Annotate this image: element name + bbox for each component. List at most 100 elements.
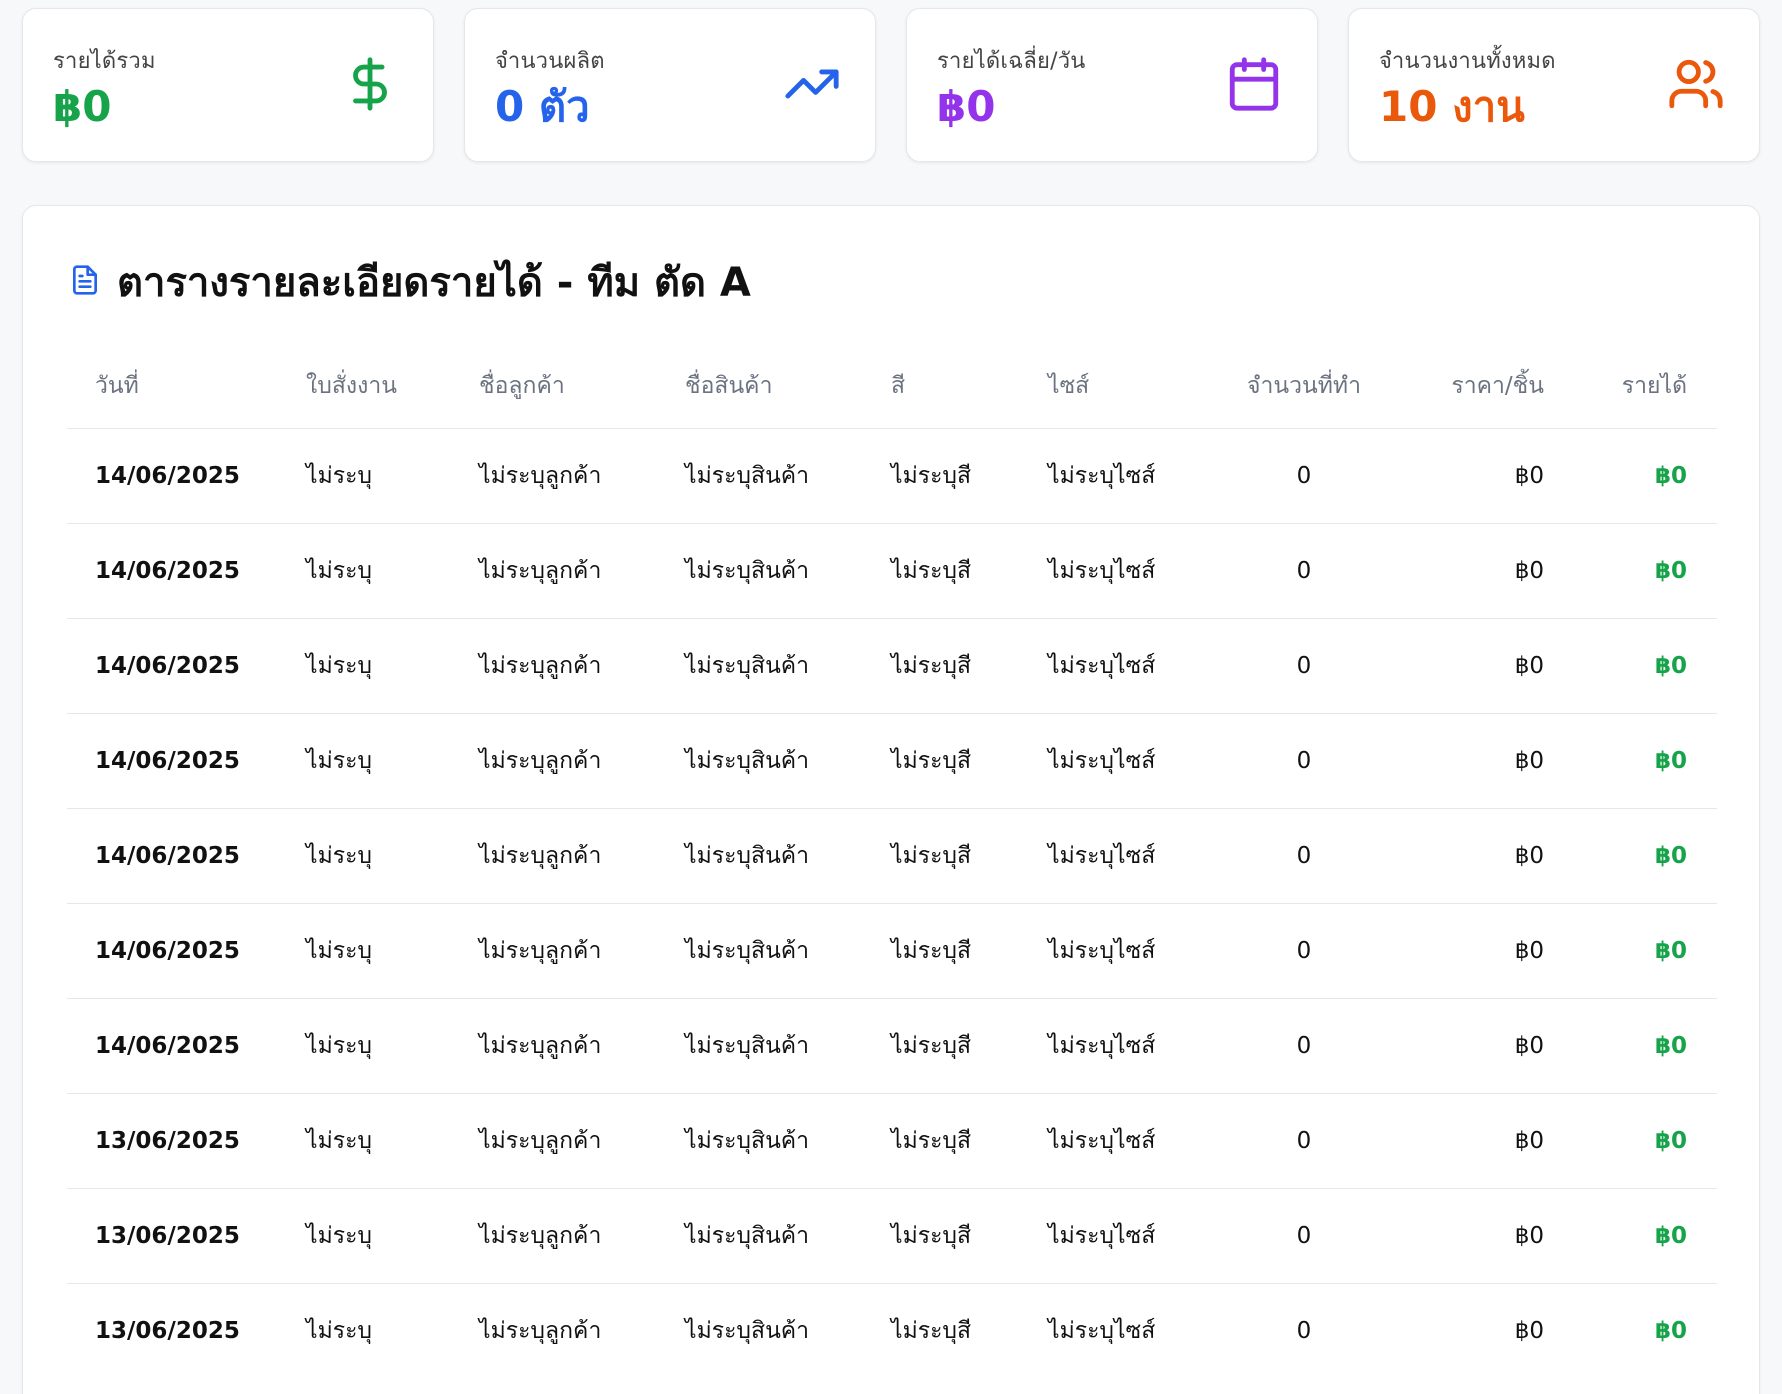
- cell-quantity: 0: [1212, 523, 1396, 619]
- cell-income: ฿0: [1568, 998, 1717, 1094]
- cell-income: ฿0: [1568, 903, 1717, 999]
- table-row[interactable]: 14/06/2025 ไม่ระบุ ไม่ระบุลูกค้า ไม่ระบุสิน…: [67, 903, 1717, 999]
- cell-size: ไม่ระบุไซส์: [1020, 903, 1212, 999]
- document-icon: [69, 262, 101, 302]
- cell-date: 14/06/2025: [67, 428, 278, 524]
- cell-product: ไม่ระบุสินค้า: [657, 808, 863, 904]
- cell-quantity: 0: [1212, 1093, 1396, 1189]
- table-row[interactable]: 14/06/2025 ไม่ระบุ ไม่ระบุลูกค้า ไม่ระบุสิน…: [67, 523, 1717, 619]
- cell-income: ฿0: [1568, 713, 1717, 809]
- trending-up-icon: [783, 55, 841, 113]
- table-row[interactable]: 14/06/2025 ไม่ระบุ ไม่ระบุลูกค้า ไม่ระบุสิน…: [67, 713, 1717, 809]
- cell-customer: ไม่ระบุลูกค้า: [451, 713, 657, 809]
- cell-size: ไม่ระบุไซส์: [1020, 1188, 1212, 1284]
- table-row[interactable]: 14/06/2025 ไม่ระบุ ไม่ระบุลูกค้า ไม่ระบุสิน…: [67, 808, 1717, 904]
- table-row[interactable]: 14/06/2025 ไม่ระบุ ไม่ระบุลูกค้า ไม่ระบุสิน…: [67, 998, 1717, 1094]
- cell-unit-price: ฿0: [1396, 808, 1568, 904]
- cell-work-order: ไม่ระบุ: [278, 903, 451, 999]
- cell-date: 14/06/2025: [67, 523, 278, 619]
- cell-date: 14/06/2025: [67, 808, 278, 904]
- table-row[interactable]: 13/06/2025 ไม่ระบุ ไม่ระบุลูกค้า ไม่ระบุสิน…: [67, 1283, 1717, 1378]
- cell-date: 13/06/2025: [67, 1188, 278, 1284]
- cell-color: ไม่ระบุสี: [863, 808, 1020, 904]
- cell-date: 14/06/2025: [67, 998, 278, 1094]
- cell-product: ไม่ระบุสินค้า: [657, 523, 863, 619]
- panel-heading: ตารางรายละเอียดรายได้ - ทีม ตัด A: [69, 250, 751, 314]
- income-table: วันที่ ใบสั่งงาน ชื่อลูกค้า ชื่อสินค้า ส…: [67, 344, 1717, 1378]
- stat-card-total-jobs: จำนวนงานทั้งหมด 10 งาน: [1348, 8, 1760, 162]
- cell-unit-price: ฿0: [1396, 903, 1568, 999]
- cell-quantity: 0: [1296, 1317, 1312, 1344]
- cell-product: ไม่ระบุสินค้า: [657, 713, 863, 809]
- cell-unit-price: ฿0: [1396, 1188, 1568, 1284]
- cell-size: ไม่ระบุไซส์: [1048, 1317, 1156, 1344]
- cell-customer: ไม่ระบุลูกค้า: [451, 523, 657, 619]
- cell-income: ฿0: [1568, 1093, 1717, 1189]
- cell-quantity: 0: [1212, 998, 1396, 1094]
- column-header-customer[interactable]: ชื่อลูกค้า: [451, 344, 657, 429]
- cell-customer: ไม่ระบุลูกค้า: [451, 808, 657, 904]
- table-row[interactable]: 14/06/2025 ไม่ระบุ ไม่ระบุลูกค้า ไม่ระบุสิน…: [67, 428, 1717, 524]
- cell-income: ฿0: [1568, 1188, 1717, 1284]
- cell-income: ฿0: [1568, 428, 1717, 524]
- cell-size: ไม่ระบุไซส์: [1020, 523, 1212, 619]
- cell-color: ไม่ระบุสี: [863, 1093, 1020, 1189]
- cell-size: ไม่ระบุไซส์: [1020, 618, 1212, 714]
- users-icon: [1667, 55, 1725, 113]
- column-header-color[interactable]: สี: [863, 344, 1020, 429]
- income-table-panel: ตารางรายละเอียดรายได้ - ทีม ตัด A วันที่…: [22, 205, 1760, 1394]
- panel-title: ตารางรายละเอียดรายได้ - ทีม ตัด A: [117, 260, 751, 306]
- cell-color: ไม่ระบุสี: [863, 618, 1020, 714]
- cell-income: ฿0: [1568, 808, 1717, 904]
- cell-work-order: ไม่ระบุ: [278, 618, 451, 714]
- cell-unit-price: ฿0: [1396, 428, 1568, 524]
- cell-product: ไม่ระบุสินค้า: [657, 903, 863, 999]
- stat-card-production: จำนวนผลิต 0 ตัว: [464, 8, 876, 162]
- cell-quantity: 0: [1212, 1188, 1396, 1284]
- cell-product: ไม่ระบุสินค้า: [657, 998, 863, 1094]
- cell-unit-price: ฿0: [1396, 998, 1568, 1094]
- cell-color: ไม่ระบุสี: [863, 1188, 1020, 1284]
- stat-card-average-income: รายได้เฉลี่ย/วัน ฿0: [906, 8, 1318, 162]
- cell-date: 14/06/2025: [67, 903, 278, 999]
- cell-customer: ไม่ระบุลูกค้า: [451, 903, 657, 999]
- cell-color: ไม่ระบุสี: [891, 1317, 972, 1344]
- column-header-unit-price[interactable]: ราคา/ชิ้น: [1396, 344, 1568, 429]
- cell-size: ไม่ระบุไซส์: [1020, 1093, 1212, 1189]
- cell-color: ไม่ระบุสี: [863, 713, 1020, 809]
- cell-customer: ไม่ระบุลูกค้า: [451, 428, 657, 524]
- table-row[interactable]: 13/06/2025 ไม่ระบุ ไม่ระบุลูกค้า ไม่ระบุสิน…: [67, 1188, 1717, 1284]
- cell-unit-price: ฿0: [1396, 618, 1568, 714]
- cell-customer: ไม่ระบุลูกค้า: [451, 998, 657, 1094]
- cell-customer: ไม่ระบุลูกค้า: [479, 1317, 602, 1344]
- table-row[interactable]: 14/06/2025 ไม่ระบุ ไม่ระบุลูกค้า ไม่ระบุสิน…: [67, 618, 1717, 714]
- cell-work-order: ไม่ระบุ: [306, 1317, 373, 1344]
- cell-date: 13/06/2025: [95, 1317, 240, 1344]
- cell-quantity: 0: [1212, 903, 1396, 999]
- cell-date: 14/06/2025: [67, 713, 278, 809]
- column-header-date[interactable]: วันที่: [67, 344, 278, 429]
- cell-date: 14/06/2025: [67, 618, 278, 714]
- cell-income: ฿0: [1568, 523, 1717, 619]
- column-header-product[interactable]: ชื่อสินค้า: [657, 344, 863, 429]
- dollar-icon: [341, 55, 399, 113]
- cell-unit-price: ฿0: [1396, 523, 1568, 619]
- table-header-row: วันที่ ใบสั่งงาน ชื่อลูกค้า ชื่อสินค้า ส…: [67, 344, 1717, 429]
- column-header-quantity[interactable]: จำนวนที่ทำ: [1212, 344, 1396, 429]
- cell-quantity: 0: [1212, 618, 1396, 714]
- column-header-size[interactable]: ไซส์: [1020, 344, 1212, 429]
- cell-income: ฿0: [1654, 1317, 1687, 1344]
- stat-cards: รายได้รวม ฿0 จำนวนผลิต 0 ตัว รายได้เฉลี่…: [22, 8, 1760, 162]
- cell-color: ไม่ระบุสี: [863, 998, 1020, 1094]
- cell-size: ไม่ระบุไซส์: [1020, 713, 1212, 809]
- cell-unit-price: ฿0: [1396, 1093, 1568, 1189]
- table-row[interactable]: 13/06/2025 ไม่ระบุ ไม่ระบุลูกค้า ไม่ระบุสิน…: [67, 1093, 1717, 1189]
- cell-quantity: 0: [1212, 713, 1396, 809]
- column-header-work-order[interactable]: ใบสั่งงาน: [278, 344, 451, 429]
- cell-income: ฿0: [1568, 618, 1717, 714]
- column-header-income[interactable]: รายได้: [1568, 344, 1717, 429]
- cell-size: ไม่ระบุไซส์: [1020, 428, 1212, 524]
- cell-product: ไม่ระบุสินค้า: [657, 428, 863, 524]
- cell-work-order: ไม่ระบุ: [278, 523, 451, 619]
- cell-size: ไม่ระบุไซส์: [1020, 808, 1212, 904]
